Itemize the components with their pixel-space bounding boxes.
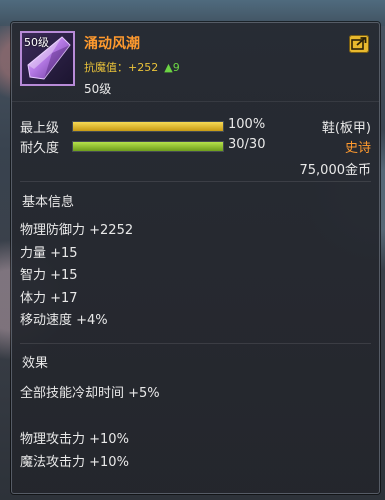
effects-line: 物理攻击力 +10% [20, 432, 129, 447]
durability-value: 30/30 [228, 137, 266, 152]
resist-line: 抗魔值：+252 ▲9 [84, 59, 180, 75]
resist-label: 抗魔值： [84, 61, 128, 74]
crystal-shard-icon: 50级 [20, 31, 75, 86]
item-slot: 鞋(板甲) [321, 121, 371, 136]
item-rarity: 史诗 [344, 141, 371, 156]
effects-title: 效果 [22, 356, 49, 371]
upgrade-bar-fill [73, 122, 223, 131]
item-price: 75,000金币 [299, 163, 372, 178]
upgrade-label: 最上级 [20, 121, 60, 136]
stat-line: 智力 +15 [20, 268, 78, 283]
stat-line: 体力 +17 [20, 290, 78, 306]
stat-line: 移动速度 +4% [20, 313, 108, 328]
item-level-badge: 50级 [24, 36, 49, 49]
resist-value: +252 [128, 61, 159, 74]
effects-line: 全部技能冷却时间 +5% [20, 386, 160, 401]
share-button[interactable] [349, 35, 369, 53]
stat-line: 物理防御力 +2252 [20, 223, 134, 238]
resist-delta: 9 [172, 61, 180, 74]
item-level: 50级 [84, 82, 112, 96]
price-row: 75,000金币 [20, 159, 372, 178]
upgrade-bar [72, 121, 224, 132]
upgrade-value: 100% [228, 117, 266, 132]
upgrade-row: 最上级 100% 鞋(板甲) [20, 117, 371, 136]
item-name: 涌动风潮 [84, 36, 140, 52]
durability-label: 耐久度 [20, 141, 60, 156]
effects-line: 魔法攻击力 +10% [20, 455, 129, 470]
divider [20, 343, 371, 344]
divider [20, 181, 371, 182]
basic-info-title: 基本信息 [22, 195, 75, 210]
durability-bar [72, 141, 224, 152]
increase-arrow-icon: ▲ [164, 61, 173, 74]
durability-row: 耐久度 30/30 史诗 [20, 137, 371, 156]
stat-line: 力量 +15 [20, 245, 78, 261]
item-header: 50级 涌动风潮 抗魔值：+252 ▲9 50级 [12, 23, 379, 102]
share-icon [351, 37, 367, 50]
basic-stats-list: 物理防御力 +2252 力量 +15 智力 +15 体力 +17 移动速度 +4… [20, 220, 133, 333]
durability-bar-fill [73, 142, 223, 151]
item-tooltip: 50级 涌动风潮 抗魔值：+252 ▲9 50级 最上级 100% 鞋(板甲) 耐… [11, 22, 380, 494]
